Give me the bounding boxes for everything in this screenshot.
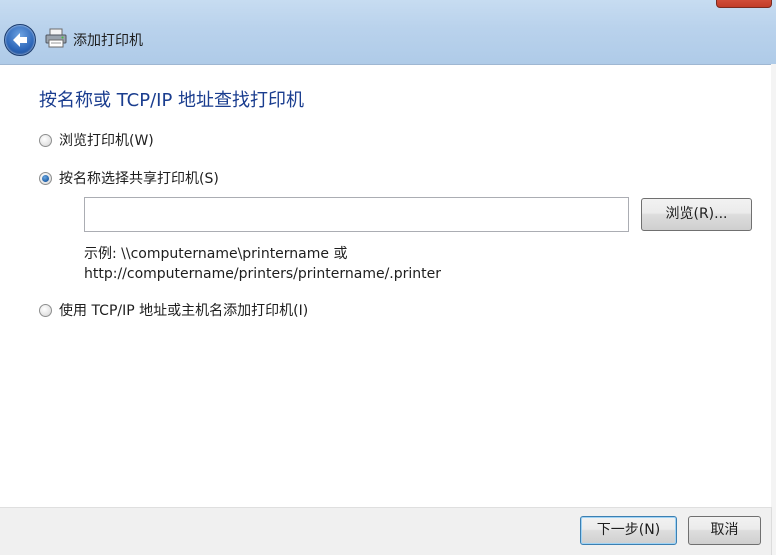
browse-printers-radio[interactable] [39, 134, 52, 147]
shared-printer-label[interactable]: 按名称选择共享打印机(S) [59, 168, 219, 188]
example-text: 示例: \\computername\printername 或 http://… [84, 244, 441, 284]
tcpip-printer-label[interactable]: 使用 TCP/IP 地址或主机名添加打印机(I) [59, 300, 308, 320]
printer-icon [45, 28, 67, 48]
add-printer-window: 添加打印机 按名称或 TCP/IP 地址查找打印机 浏览打印机(W) 按名称选择… [0, 0, 776, 555]
window-edge [771, 64, 776, 555]
cancel-button[interactable]: 取消 [688, 516, 761, 545]
tcpip-printer-radio[interactable] [39, 304, 52, 317]
back-button[interactable] [4, 24, 36, 56]
page-heading: 按名称或 TCP/IP 地址查找打印机 [39, 90, 305, 111]
next-button[interactable]: 下一步(N) [580, 516, 677, 545]
example-line-1: 示例: \\computername\printername 或 [84, 246, 348, 262]
window-title: 添加打印机 [73, 33, 143, 49]
shared-printer-name-input[interactable] [84, 197, 629, 232]
title-bar: 添加打印机 [0, 0, 776, 65]
back-arrow-icon [13, 33, 27, 47]
shared-printer-radio[interactable] [39, 172, 52, 185]
example-line-2: http://computername/printers/printername… [84, 266, 442, 282]
close-button[interactable] [716, 0, 772, 8]
browse-button[interactable]: 浏览(R)... [641, 198, 752, 231]
browse-printers-label[interactable]: 浏览打印机(W) [59, 130, 154, 150]
